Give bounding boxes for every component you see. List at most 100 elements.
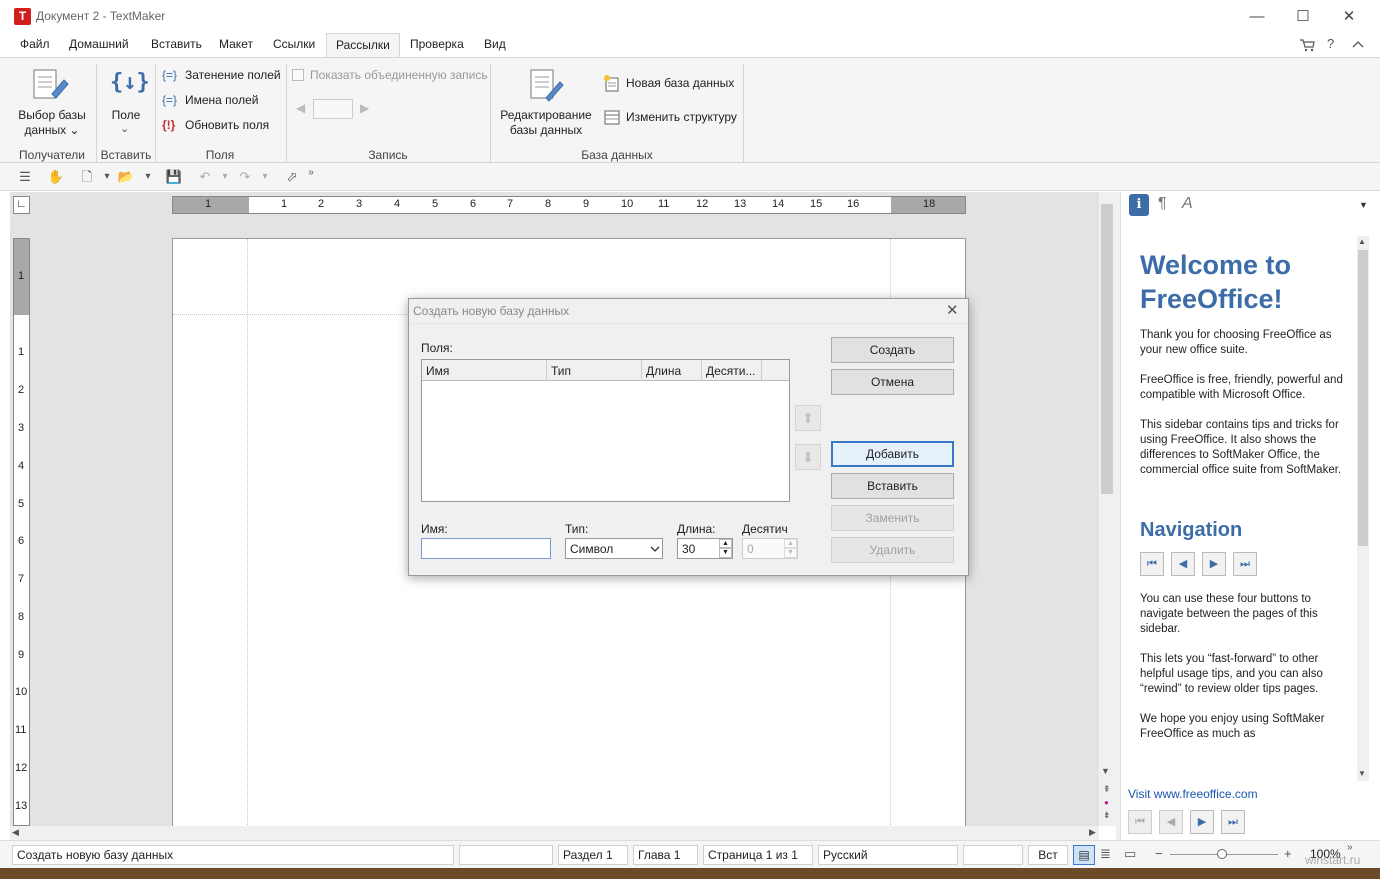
help-icon[interactable]: ? bbox=[1327, 36, 1334, 51]
insert-mode[interactable]: Вст bbox=[1028, 845, 1068, 865]
zoom-out-icon[interactable]: − bbox=[1155, 846, 1163, 861]
zoom-in-icon[interactable]: + bbox=[1284, 846, 1292, 861]
vertical-ruler[interactable] bbox=[13, 238, 30, 826]
menu-file[interactable]: Файл bbox=[20, 37, 50, 51]
menu-references[interactable]: Ссылки bbox=[273, 37, 315, 51]
new-document-icon[interactable]: 🗋 bbox=[78, 168, 96, 186]
chevron-down-icon[interactable]: ▾ bbox=[98, 168, 116, 186]
document-horizontal-scrollbar[interactable]: ◀ ▶ bbox=[10, 826, 1099, 840]
sidebar-dropdown-icon[interactable]: ▼ bbox=[1359, 200, 1368, 210]
column-length[interactable]: Длина bbox=[642, 360, 702, 381]
scroll-down-icon[interactable]: ▼ bbox=[1358, 769, 1366, 778]
dialog-close-icon[interactable]: ✕ bbox=[946, 301, 959, 319]
menu-insert[interactable]: Вставить bbox=[151, 37, 202, 51]
fields-table[interactable]: Имя Тип Длина Десяти... bbox=[421, 359, 790, 502]
next-page-icon[interactable]: ▶ bbox=[1190, 810, 1214, 834]
field-names-button[interactable]: Имена полей bbox=[185, 93, 258, 107]
next-page-icon[interactable]: ⇟ bbox=[1103, 810, 1111, 821]
info-icon[interactable]: i bbox=[1129, 194, 1149, 216]
character-style-icon[interactable]: A bbox=[1182, 195, 1193, 213]
add-field-button[interactable]: Добавить bbox=[831, 441, 954, 467]
next-page-icon[interactable]: ▶ bbox=[1202, 552, 1226, 576]
page-view-icon[interactable]: ▭ bbox=[1124, 846, 1136, 862]
hand-icon[interactable]: ✋ bbox=[47, 168, 65, 186]
change-structure-button[interactable]: Изменить структуру bbox=[626, 110, 737, 124]
new-database-button[interactable]: Новая база данных bbox=[626, 76, 734, 90]
prev-page-icon[interactable]: ⇞ bbox=[1103, 784, 1111, 795]
move-down-icon[interactable]: ⬇ bbox=[795, 444, 821, 470]
field-name-input[interactable] bbox=[421, 538, 551, 559]
scroll-left-icon[interactable]: ◀ bbox=[12, 827, 19, 838]
textmaker-app-icon[interactable]: T bbox=[14, 8, 31, 25]
more-tools-icon[interactable]: » bbox=[302, 164, 320, 182]
scroll-down-icon[interactable]: ▼ bbox=[1101, 766, 1110, 776]
menu-view[interactable]: Вид bbox=[484, 37, 506, 51]
scroll-right-icon[interactable]: ▶ bbox=[1089, 827, 1096, 838]
chevron-down-icon[interactable]: ▾ bbox=[139, 168, 157, 186]
record-number-input[interactable] bbox=[313, 99, 353, 119]
menu-review[interactable]: Проверка bbox=[410, 37, 464, 51]
decrement-icon[interactable]: ▼ bbox=[719, 548, 732, 558]
show-merged-record-checkbox[interactable] bbox=[292, 69, 304, 81]
edit-database-button[interactable]: Редактирование базы данных bbox=[498, 108, 594, 138]
last-page-icon[interactable]: ⏭ bbox=[1233, 552, 1257, 576]
field-decimals-stepper[interactable]: 0 ▲ ▼ bbox=[742, 538, 798, 559]
tab-stop-selector[interactable]: ∟ bbox=[13, 196, 30, 214]
prev-page-icon[interactable]: ◀ bbox=[1159, 810, 1183, 834]
outline-view-icon[interactable]: ≣ bbox=[1100, 846, 1111, 862]
menu-layout[interactable]: Макет bbox=[219, 37, 253, 51]
status-language[interactable]: Русский bbox=[818, 845, 958, 865]
zoom-slider-thumb[interactable] bbox=[1217, 849, 1227, 859]
ruler-mark: 10 bbox=[621, 198, 634, 210]
paragraph-icon[interactable]: ¶ bbox=[1158, 195, 1167, 213]
column-name[interactable]: Имя bbox=[422, 360, 547, 381]
save-icon[interactable]: 💾 bbox=[165, 168, 183, 186]
increment-icon[interactable]: ▲ bbox=[719, 539, 732, 548]
prev-page-icon[interactable]: ◀ bbox=[1171, 552, 1195, 576]
chevron-down-icon[interactable]: ▾ bbox=[256, 168, 274, 186]
select-cursor-icon[interactable]: ⬀ bbox=[283, 168, 301, 186]
maximize-button[interactable]: ☐ bbox=[1280, 0, 1326, 33]
decrement-icon[interactable]: ▼ bbox=[784, 548, 797, 558]
column-decimals[interactable]: Десяти... bbox=[702, 360, 762, 381]
update-fields-button[interactable]: Обновить поля bbox=[185, 118, 269, 132]
field-type-select[interactable]: Символ bbox=[565, 538, 663, 559]
next-record-icon[interactable]: ▶ bbox=[360, 101, 369, 115]
more-status-icon[interactable]: » bbox=[1347, 842, 1353, 853]
undo-icon[interactable]: ↶ bbox=[196, 168, 214, 186]
insert-field-button[interactable]: Поле bbox=[102, 108, 150, 123]
menu-mailings[interactable]: Рассылки bbox=[326, 33, 400, 58]
browse-object-icon[interactable]: ● bbox=[1104, 798, 1109, 807]
field-shading-button[interactable]: Затенение полей bbox=[185, 68, 281, 82]
menu-icon[interactable]: ☰ bbox=[16, 168, 34, 186]
redo-icon[interactable]: ↷ bbox=[236, 168, 254, 186]
field-length-stepper[interactable]: 30 ▲ ▼ bbox=[677, 538, 733, 559]
insert-field-button[interactable]: Вставить bbox=[831, 473, 954, 499]
first-page-icon[interactable]: ⏮ bbox=[1128, 810, 1152, 834]
replace-field-button[interactable]: Заменить bbox=[831, 505, 954, 531]
select-database-button[interactable]: Выбор базы данных ⌄ bbox=[12, 108, 92, 138]
scroll-up-icon[interactable]: ▲ bbox=[1358, 237, 1366, 246]
close-button[interactable]: ✕ bbox=[1326, 0, 1372, 33]
cancel-button[interactable]: Отмена bbox=[831, 369, 954, 395]
delete-field-button[interactable]: Удалить bbox=[831, 537, 954, 563]
increment-icon[interactable]: ▲ bbox=[784, 539, 797, 548]
sidebar-scrollbar[interactable]: ▼ ▲ bbox=[1357, 236, 1369, 781]
first-page-icon[interactable]: ⏮ bbox=[1140, 552, 1164, 576]
open-folder-icon[interactable]: 📂 bbox=[117, 168, 135, 186]
ruler-mark: 14 bbox=[772, 198, 785, 210]
column-type[interactable]: Тип bbox=[547, 360, 642, 381]
prev-record-icon[interactable]: ◀ bbox=[296, 101, 305, 115]
freeoffice-link[interactable]: Visit www.freeoffice.com bbox=[1128, 787, 1258, 801]
decimals-label: Десятич bbox=[742, 522, 788, 536]
create-button[interactable]: Создать bbox=[831, 337, 954, 363]
move-up-icon[interactable]: ⬆ bbox=[795, 405, 821, 431]
normal-view-icon[interactable]: ▤ bbox=[1073, 845, 1095, 865]
cart-icon[interactable] bbox=[1299, 38, 1315, 52]
document-vertical-scrollbar[interactable]: ▼ ⇞ ● ⇟ bbox=[1099, 192, 1116, 826]
collapse-ribbon-icon[interactable] bbox=[1352, 40, 1364, 48]
minimize-button[interactable]: — bbox=[1234, 0, 1280, 33]
menu-home[interactable]: Домашний bbox=[69, 37, 129, 51]
chevron-down-icon[interactable]: ▾ bbox=[216, 168, 234, 186]
last-page-icon[interactable]: ⏭ bbox=[1221, 810, 1245, 834]
